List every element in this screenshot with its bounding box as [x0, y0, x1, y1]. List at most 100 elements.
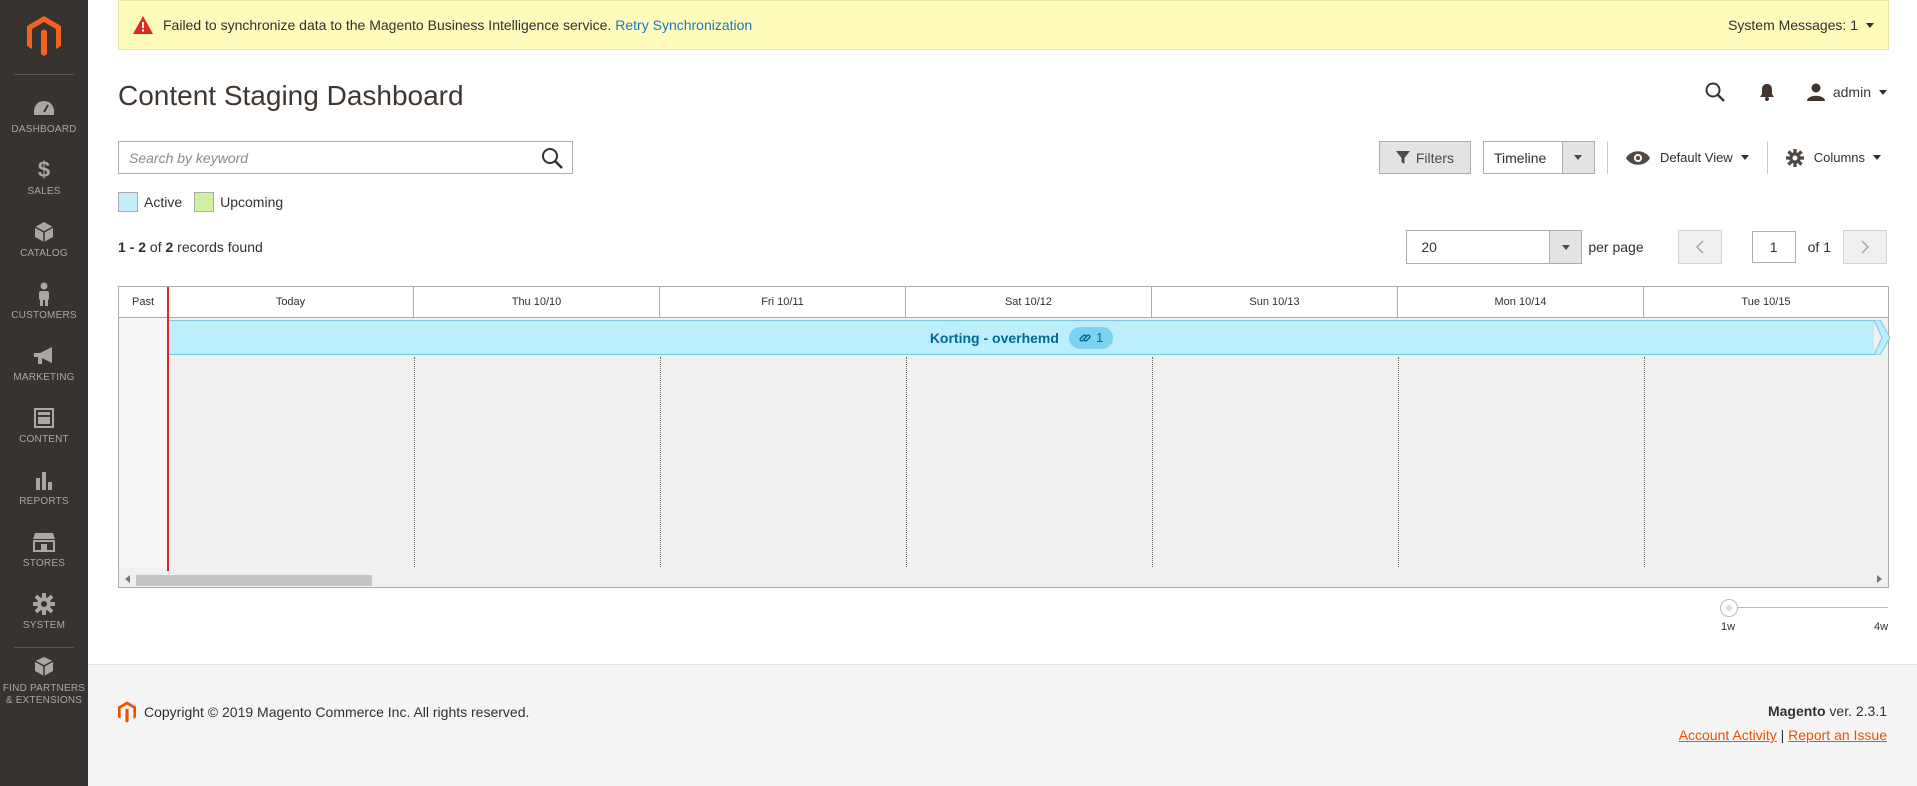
admin-user-menu[interactable]: admin	[1806, 83, 1887, 101]
staging-timeline: Past Today Thu 10/10 Fri 10/11 Sat 10/12…	[118, 286, 1890, 588]
view-mode-value: Timeline	[1493, 149, 1547, 166]
gear-icon	[32, 592, 56, 616]
magento-logo[interactable]	[0, 0, 88, 74]
page-count: of 1	[1807, 239, 1831, 255]
account-activity-link[interactable]: Account Activity	[1679, 727, 1777, 743]
link-icon	[1079, 332, 1091, 344]
sidebar-divider	[14, 74, 74, 75]
sidebar-item-label: System	[22, 620, 66, 631]
person-icon	[32, 282, 56, 306]
timeline-past-column	[119, 318, 167, 568]
cubes-icon	[32, 655, 56, 679]
timeline-gridline	[414, 357, 415, 567]
records-suffix: records found	[177, 239, 263, 255]
sidebar-item-reports[interactable]: Reports	[0, 457, 88, 519]
timeline-past-header: Past	[119, 287, 168, 317]
search-input[interactable]	[119, 142, 532, 173]
sidebar-item-label: Find Partners	[2, 683, 86, 694]
timeline-day-header: Fri 10/11	[660, 287, 906, 317]
bell-icon[interactable]	[1755, 80, 1779, 104]
default-view-label: Default View	[1659, 150, 1733, 165]
view-mode-select[interactable]: Timeline	[1482, 141, 1595, 174]
zoom-handle[interactable]	[1720, 599, 1738, 617]
sidebar-item-catalog[interactable]: Catalog	[0, 209, 88, 271]
timeline-gridline	[906, 357, 907, 567]
timeline-day-header: Sat 10/12	[906, 287, 1152, 317]
megaphone-icon	[32, 344, 56, 368]
store-icon	[32, 530, 56, 554]
sidebar-item-system[interactable]: System	[0, 581, 88, 643]
sidebar-item-customers[interactable]: Customers	[0, 271, 88, 333]
legend-active-label: Active	[144, 194, 183, 210]
warning-icon	[133, 16, 153, 34]
search-button[interactable]	[532, 142, 572, 173]
admin-username: admin	[1832, 84, 1871, 100]
zoom-max-label: 4w	[1874, 621, 1889, 633]
filters-button[interactable]: Filters	[1378, 141, 1471, 174]
current-page-input[interactable]	[1751, 231, 1796, 263]
footer-brand: Magento	[1767, 703, 1826, 719]
magento-logo-icon	[27, 16, 61, 56]
next-page-button[interactable]	[1843, 230, 1887, 264]
system-messages-dropdown[interactable]: System Messages: 1	[1728, 17, 1874, 33]
sidebar-item-label: Dashboard	[11, 124, 77, 135]
retry-sync-link[interactable]: Retry Synchronization	[615, 17, 752, 33]
eye-icon	[1625, 150, 1650, 165]
timeline-zoom-slider[interactable]: 1w 4w	[1718, 598, 1888, 638]
timeline-event-bar[interactable]: Korting - overhemd 1	[169, 320, 1874, 355]
default-view-dropdown[interactable]: Default View	[1620, 150, 1755, 165]
per-page-select[interactable]: 20	[1406, 230, 1583, 264]
layout-icon	[32, 406, 56, 430]
admin-sidebar: Dashboard $ Sales Catalog Customers Mark…	[0, 0, 88, 786]
sidebar-item-marketing[interactable]: Marketing	[0, 333, 88, 395]
legend-active-swatch	[118, 192, 138, 212]
status-legend: Active Upcoming	[118, 192, 295, 212]
sidebar-item-label: Stores	[22, 558, 66, 569]
timeline-day-header: Today	[168, 287, 414, 317]
view-mode-dropdown[interactable]	[1561, 142, 1594, 173]
version-text: ver. 2.3.1	[1829, 703, 1887, 719]
chevron-down-icon	[1873, 155, 1881, 160]
footer-copyright: Copyright © 2019 Magento Commerce Inc. A…	[118, 701, 529, 723]
per-page-value: 20	[1421, 239, 1437, 255]
timeline-horizontal-scrollbar[interactable]	[119, 571, 1888, 587]
event-count-badge[interactable]: 1	[1068, 326, 1114, 349]
main-content: Failed to synchronize data to the Magent…	[88, 0, 1917, 664]
chevron-down-icon	[1561, 244, 1570, 250]
timeline-day-header: Sun 10/13	[1152, 287, 1398, 317]
filters-label: Filters	[1415, 149, 1454, 166]
sidebar-item-sales[interactable]: $ Sales	[0, 147, 88, 209]
pagination: 20 per page of 1	[1406, 230, 1887, 264]
prev-page-button[interactable]	[1677, 230, 1722, 264]
system-message-bar: Failed to synchronize data to the Magent…	[118, 0, 1889, 50]
grid-toolbar: Filters Timeline Default View Columns	[1378, 141, 1887, 174]
columns-label: Columns	[1813, 150, 1865, 165]
zoom-track[interactable]	[1728, 607, 1888, 608]
scrollbar-thumb[interactable]	[136, 575, 372, 586]
report-issue-link[interactable]: Report an Issue	[1788, 727, 1887, 743]
footer-version: Magento ver. 2.3.1	[1768, 703, 1887, 719]
timeline-gridline	[1644, 357, 1645, 567]
sidebar-item-find-partners[interactable]: Find Partners & Extensions	[0, 648, 88, 714]
scroll-left-arrow-icon[interactable]	[125, 575, 130, 583]
scroll-right-arrow-icon[interactable]	[1877, 575, 1882, 583]
zoom-min-label: 1w	[1721, 621, 1736, 633]
dollar-icon: $	[37, 157, 51, 182]
copyright-text: Copyright © 2019 Magento Commerce Inc. A…	[144, 704, 530, 720]
timeline-day-header: Mon 10/14	[1398, 287, 1644, 317]
sidebar-item-stores[interactable]: Stores	[0, 519, 88, 581]
search-icon[interactable]	[1703, 80, 1727, 104]
sidebar-item-label: Content	[19, 434, 69, 445]
timeline-day-header: Thu 10/10	[414, 287, 660, 317]
records-total: 2	[165, 239, 174, 255]
timeline-header: Past Today Thu 10/10 Fri 10/11 Sat 10/12…	[119, 287, 1888, 318]
per-page-dropdown[interactable]	[1549, 231, 1582, 263]
gear-icon	[1785, 148, 1804, 167]
chevron-down-icon	[1866, 22, 1874, 28]
records-found: 1 - 2 of 2 records found	[118, 239, 263, 255]
columns-dropdown[interactable]: Columns	[1780, 148, 1887, 167]
dashboard-icon	[32, 96, 56, 120]
system-messages-label: System Messages: 1	[1728, 17, 1858, 33]
sidebar-item-dashboard[interactable]: Dashboard	[0, 85, 88, 147]
sidebar-item-content[interactable]: Content	[0, 395, 88, 457]
